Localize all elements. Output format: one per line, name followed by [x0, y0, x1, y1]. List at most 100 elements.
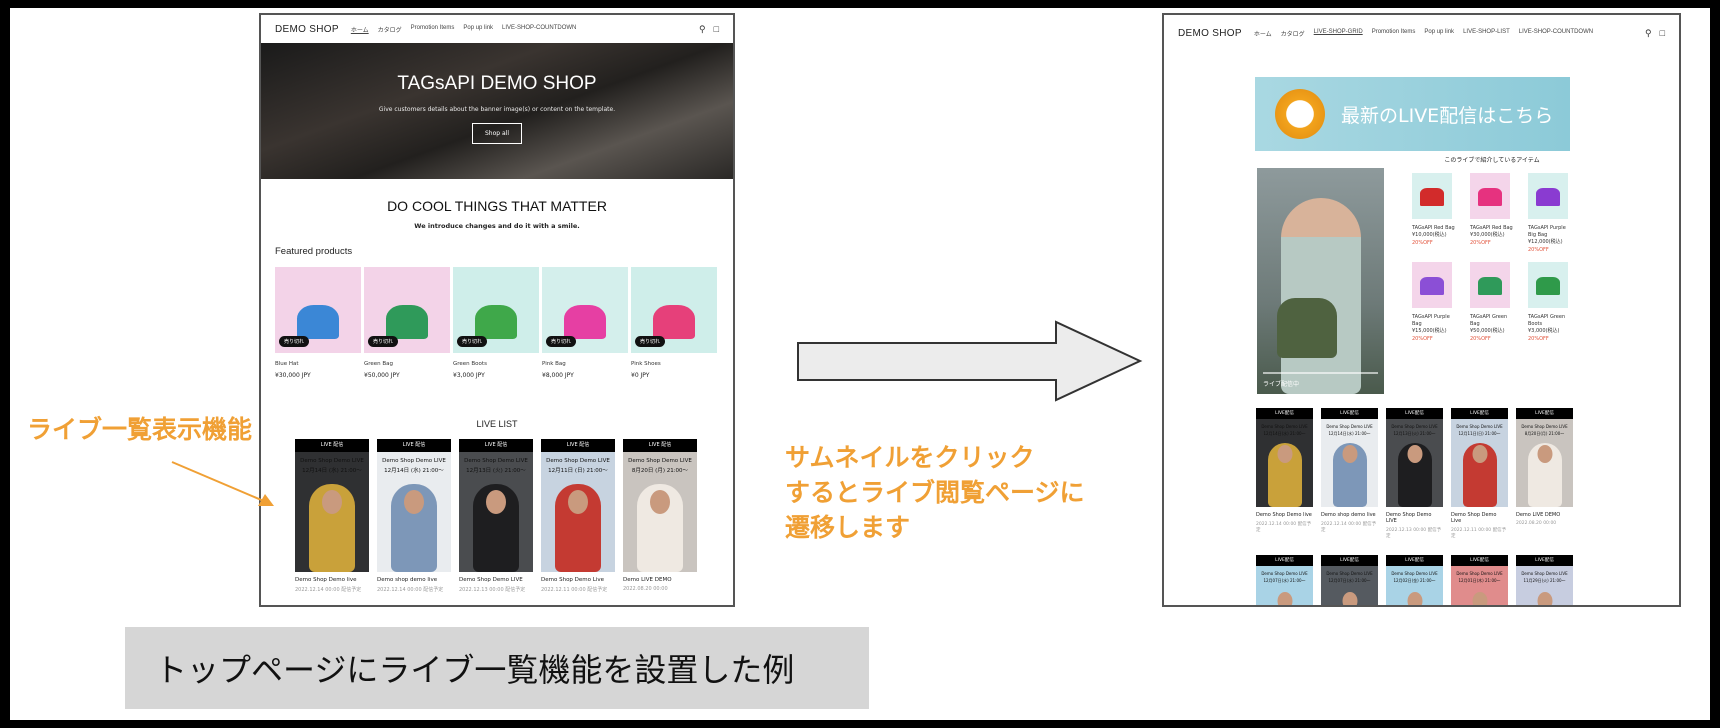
item-name: TAGsAPI Red Bag	[1412, 225, 1455, 231]
presenter-head	[1342, 445, 1357, 463]
cart-icon[interactable]: □	[1660, 28, 1665, 38]
live-thumbnail-image[interactable]: Demo Shop Demo LIVE 12月14日(水) 21:00～	[1256, 419, 1313, 507]
nav-link[interactable]: Promotion Items	[411, 25, 455, 34]
sold-out-badge: 売り切れ	[457, 336, 488, 347]
product-price: ¥8,000 JPY	[542, 372, 574, 379]
live-caption-date: 12月14日(水) 21:00～	[1263, 431, 1306, 436]
live-thumbnail[interactable]: LIVE配信 Demo Shop Demo LIVE 12月01日(木) 21:00…	[1451, 555, 1508, 605]
item-card[interactable]: TAGsAPI Green Bag ¥50,000(税込) 20%OFF	[1470, 262, 1514, 343]
item-card[interactable]: TAGsAPI Purple Big Bag ¥12,000(税込) 20%OFF	[1528, 173, 1572, 254]
live-thumbnail-image[interactable]: Demo Shop Demo LIVE 12月02日(金) 21:00～	[1386, 566, 1443, 605]
product-image[interactable]: 売り切れ	[542, 267, 628, 353]
live-thumbnail[interactable]: LIVE配信 Demo Shop Demo LIVE 12月14日(水) 21:00…	[1321, 408, 1378, 539]
shop-all-button[interactable]: Shop all	[472, 123, 522, 144]
live-thumbnail-image[interactable]: Demo Shop Demo LIVE 12月13日(火) 21:00～	[1386, 419, 1443, 507]
nav-link[interactable]: カタログ	[378, 25, 402, 34]
live-caption-title: Demo Shop Demo LIVE	[546, 458, 610, 464]
product-card[interactable]: 売り切れ Blue Hat ¥30,000 JPY	[275, 267, 361, 379]
live-date: 2022.08.20 00:00	[1516, 521, 1557, 526]
product-card[interactable]: 売り切れ Green Boots ¥3,000 JPY	[453, 267, 539, 379]
live-thumbnail[interactable]: LIVE配信 Demo Shop Demo LIVE 12月14日(水) 21:00…	[1256, 408, 1313, 539]
live-thumbnail[interactable]: LIVE 配信 Demo Shop Demo LIVE 12月14日 (水) 21:…	[295, 439, 369, 593]
item-image[interactable]	[1412, 262, 1452, 308]
live-thumbnail[interactable]: LIVE配信 Demo Shop Demo LIVE 11月29日(火) 21:00…	[1516, 555, 1573, 605]
live-thumbnail[interactable]: LIVE 配信 Demo Shop Demo LIVE 12月14日 (水) 21:…	[377, 439, 451, 593]
item-card[interactable]: TAGsAPI Green Boots ¥3,000(税込) 20%OFF	[1528, 262, 1572, 343]
item-discount: 20%OFF	[1470, 240, 1491, 246]
nav-link[interactable]: ホーム	[351, 25, 369, 34]
live-video-player[interactable]: ライブ配信中	[1257, 168, 1384, 394]
live-thumbnail-image[interactable]: Demo Shop Demo LIVE 12月13日 (火) 21:00～	[459, 452, 533, 572]
live-thumbnail[interactable]: LIVE配信 Demo Shop Demo LIVE 12月11日(日) 21:00…	[1451, 408, 1508, 539]
live-thumbnail-image[interactable]: Demo Shop Demo LIVE 8月20日(月) 21:00～	[1516, 419, 1573, 507]
nav-link[interactable]: Pop up link	[463, 25, 493, 34]
item-card[interactable]: TAGsAPI Red Bag ¥30,000(税込) 20%OFF	[1470, 173, 1514, 254]
note-line-3: 遷移します	[785, 513, 911, 542]
live-badge: LIVE配信	[1516, 555, 1573, 566]
nav-link[interactable]: Promotion Items	[1372, 29, 1416, 38]
live-thumbnail-image[interactable]: Demo Shop Demo LIVE 12月14日 (水) 21:00～	[377, 452, 451, 572]
live-thumbnail-image[interactable]: Demo Shop Demo LIVE 12月14日 (水) 21:00～	[295, 452, 369, 572]
product-image[interactable]: 売り切れ	[453, 267, 539, 353]
live-thumbnail-image[interactable]: Demo Shop Demo LIVE 12月01日(木) 21:00～	[1451, 566, 1508, 605]
live-thumbnail[interactable]: LIVE 配信 Demo Shop Demo LIVE 12月13日 (火) 21:…	[459, 439, 533, 593]
item-bag-shape	[1536, 188, 1560, 206]
presenter-head	[1407, 445, 1422, 463]
nav-link[interactable]: ホーム	[1254, 29, 1272, 38]
live-thumbnail-image[interactable]: Demo Shop Demo LIVE 12月07日(水) 21:00～	[1256, 566, 1313, 605]
live-thumbnail-image[interactable]: Demo Shop Demo LIVE 12月11日 (日) 21:00～	[541, 452, 615, 572]
live-thumbnail[interactable]: LIVE配信 Demo Shop Demo LIVE 12月13日(火) 21:00…	[1386, 408, 1443, 539]
site-header: DEMO SHOP ホーム カタログ Promotion Items Pop up l…	[261, 15, 733, 43]
search-icon[interactable]: ⚲	[1645, 28, 1652, 39]
item-card[interactable]: TAGsAPI Purple Bag ¥15,000(税込) 20%OFF	[1412, 262, 1456, 343]
nav-link[interactable]: LIVE-SHOP-LIST	[1463, 29, 1510, 38]
nav-link[interactable]: Pop up link	[1424, 29, 1454, 38]
hero-subtitle: Give customers details about the banner …	[378, 106, 616, 113]
live-badge: LIVE配信	[1321, 408, 1378, 419]
live-thumbnail[interactable]: LIVE配信 Demo Shop Demo LIVE 12月02日(金) 21:00…	[1386, 555, 1443, 605]
item-card[interactable]: TAGsAPI Red Bag ¥10,000(税込) 20%OFF	[1412, 173, 1456, 254]
nav-link[interactable]: LIVE-SHOP-COUNTDOWN	[1519, 29, 1593, 38]
sold-out-badge: 売り切れ	[635, 336, 666, 347]
top-page-screenshot: DEMO SHOP ホーム カタログ Promotion Items Pop up l…	[259, 13, 735, 607]
product-image[interactable]: 売り切れ	[631, 267, 717, 353]
product-card[interactable]: 売り切れ Green Bag ¥50,000 JPY	[364, 267, 450, 379]
live-caption-date: 12月13日 (火) 21:00～	[466, 468, 526, 474]
nav-link[interactable]: カタログ	[1281, 29, 1305, 38]
shop-logo[interactable]: DEMO SHOP	[275, 24, 339, 35]
nav-link[interactable]: LIVE-SHOP-COUNTDOWN	[502, 25, 576, 34]
live-thumbnail[interactable]: LIVE配信 Demo Shop Demo LIVE 8月20日(月) 21:00～…	[1516, 408, 1573, 539]
sold-out-badge: 売り切れ	[546, 336, 577, 347]
search-icon[interactable]: ⚲	[699, 24, 706, 35]
shop-logo[interactable]: DEMO SHOP	[1178, 28, 1242, 39]
item-image[interactable]	[1470, 173, 1510, 219]
live-thumbnail[interactable]: LIVE配信 Demo Shop Demo LIVE 12月07日(水) 21:00…	[1256, 555, 1313, 605]
item-image[interactable]	[1528, 262, 1568, 308]
live-thumbnail[interactable]: LIVE 配信 Demo Shop Demo LIVE 12月11日 (日) 21:…	[541, 439, 615, 593]
presenter-head	[1537, 592, 1552, 605]
live-caption-title: Demo Shop Demo LIVE	[1521, 571, 1568, 576]
product-image[interactable]: 売り切れ	[275, 267, 361, 353]
live-thumbnail-image[interactable]: Demo Shop Demo LIVE 12月14日(水) 21:00～	[1321, 419, 1378, 507]
live-thumbnail-image[interactable]: Demo Shop Demo LIVE 8月20日 (月) 21:00～	[623, 452, 697, 572]
product-card[interactable]: 売り切れ Pink Shoes ¥0 JPY	[631, 267, 717, 379]
live-list-title: LIVE LIST	[476, 419, 518, 429]
live-thumbnail-image[interactable]: Demo Shop Demo LIVE 12月11日(日) 21:00～	[1451, 419, 1508, 507]
live-thumbnail-image[interactable]: Demo Shop Demo LIVE 12月07日(水) 21:00～	[1321, 566, 1378, 605]
live-thumbnail[interactable]: LIVE配信 Demo Shop Demo LIVE 12月07日(水) 21:00…	[1321, 555, 1378, 605]
product-name: Blue Hat	[275, 361, 299, 367]
item-image[interactable]	[1412, 173, 1452, 219]
video-progress-bar[interactable]	[1263, 372, 1378, 374]
product-image[interactable]: 売り切れ	[364, 267, 450, 353]
cart-icon[interactable]: □	[714, 24, 719, 34]
live-thumbnail[interactable]: LIVE 配信 Demo Shop Demo LIVE 8月20日 (月) 21:0…	[623, 439, 697, 593]
latest-live-banner[interactable]: 最新のLIVE配信はこちら	[1255, 77, 1570, 151]
item-image[interactable]	[1528, 173, 1568, 219]
item-price: ¥12,000(税込)	[1528, 239, 1563, 245]
nav-link[interactable]: LIVE-SHOP-GRID	[1314, 29, 1363, 38]
item-image[interactable]	[1470, 262, 1510, 308]
product-card[interactable]: 売り切れ Pink Bag ¥8,000 JPY	[542, 267, 628, 379]
live-thumbnail-image[interactable]: Demo Shop Demo LIVE 11月29日(火) 21:00～	[1516, 566, 1573, 605]
live-grid-row-1: LIVE配信 Demo Shop Demo LIVE 12月14日(水) 21:00…	[1256, 408, 1573, 539]
item-name: TAGsAPI Red Bag	[1470, 225, 1513, 231]
